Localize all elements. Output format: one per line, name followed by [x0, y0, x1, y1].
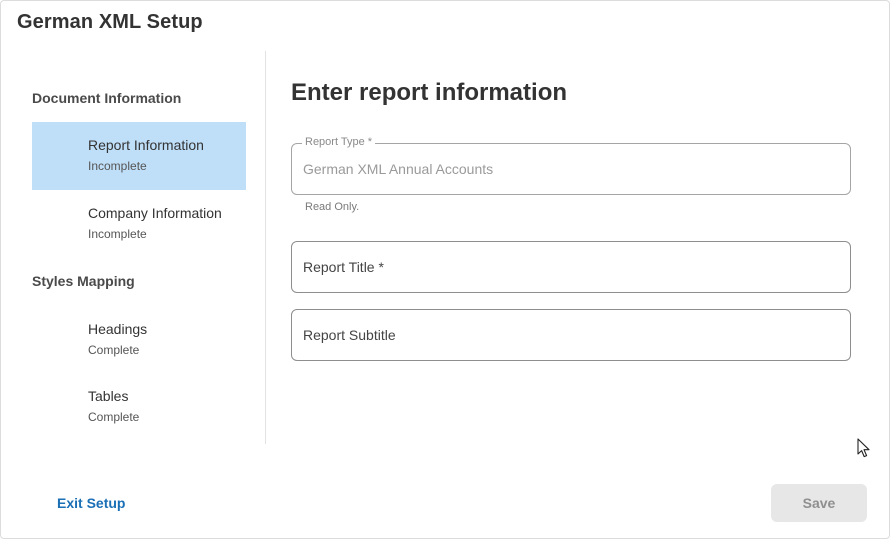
report-type-value: German XML Annual Accounts: [303, 161, 494, 177]
report-type-label: Report Type *: [302, 136, 376, 148]
save-button[interactable]: Save: [771, 484, 867, 522]
sidebar-item-status: Complete: [88, 410, 140, 424]
exit-setup-link[interactable]: Exit Setup: [57, 495, 125, 511]
sidebar-item-status: Incomplete: [88, 159, 147, 173]
sidebar-item-headings[interactable]: Headings Complete: [32, 306, 246, 374]
sidebar-item-tables[interactable]: Tables Complete: [32, 373, 246, 441]
report-type-field: Report Type * German XML Annual Accounts: [291, 136, 851, 195]
section-heading-document-information: Document Information: [32, 90, 182, 106]
page-title: Enter report information: [291, 79, 568, 106]
sidebar-item-label: Report Information: [88, 137, 204, 153]
report-title-placeholder: Report Title *: [303, 259, 384, 275]
report-subtitle-input[interactable]: Report Subtitle: [291, 309, 851, 361]
sidebar-item-status: Incomplete: [88, 227, 147, 241]
section-heading-styles-mapping: Styles Mapping: [32, 273, 135, 289]
mouse-pointer-icon: [857, 438, 870, 458]
sidebar-item-status: Complete: [88, 343, 140, 357]
sidebar-item-label: Tables: [88, 388, 129, 404]
sidebar-item-label: Company Information: [88, 205, 222, 221]
setup-dialog: German XML Setup Document Information Re…: [0, 0, 890, 539]
report-subtitle-placeholder: Report Subtitle: [303, 327, 396, 343]
report-title-input[interactable]: Report Title *: [291, 241, 851, 293]
sidebar-item-company-information[interactable]: Company Information Incomplete: [32, 190, 246, 258]
report-type-helper-text: Read Only.: [305, 201, 360, 213]
sidebar-item-report-information[interactable]: Report Information Incomplete: [32, 122, 246, 190]
dialog-title: German XML Setup: [17, 11, 203, 33]
sidebar-item-label: Headings: [88, 321, 148, 337]
